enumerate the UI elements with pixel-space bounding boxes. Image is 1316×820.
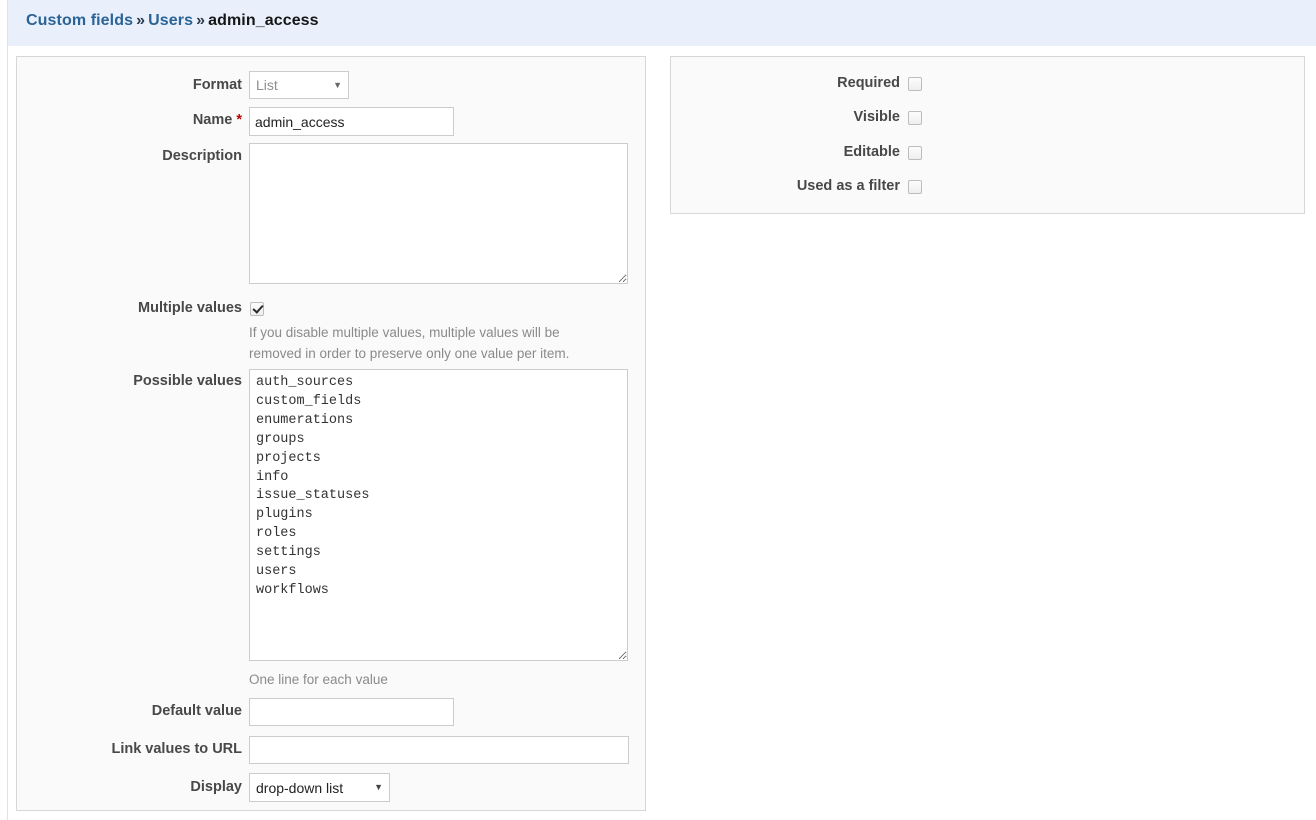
description-textarea[interactable] <box>249 143 628 284</box>
breadcrumb-separator-2: » <box>196 12 206 29</box>
format-label: Format <box>192 77 242 93</box>
form-row-editable: Editable <box>671 144 1304 164</box>
form-row-link-values-to-url: Link values to URL <box>17 736 645 764</box>
display-select[interactable]: drop-down list ▼ <box>249 773 390 802</box>
breadcrumb-separator-1: » <box>136 12 146 29</box>
name-input[interactable] <box>249 107 454 136</box>
display-label: Display <box>190 779 242 795</box>
name-label: Name * <box>192 112 242 128</box>
visible-checkbox[interactable] <box>908 111 922 125</box>
format-select[interactable]: List ▼ <box>249 71 349 99</box>
default-value-label: Default value <box>151 703 242 719</box>
possible-values-help-text: One line for each value <box>249 672 388 687</box>
chevron-down-icon: ▼ <box>374 782 383 792</box>
default-value-input[interactable] <box>249 698 454 726</box>
display-select-value: drop-down list <box>256 779 344 796</box>
page-left-gutter <box>0 0 8 820</box>
multiple-values-label: Multiple values <box>138 300 242 316</box>
possible-values-label: Possible values <box>133 373 242 389</box>
form-row-format: Format List ▼ <box>17 71 645 99</box>
form-row-default-value: Default value <box>17 698 645 726</box>
link-values-to-url-input[interactable] <box>249 736 629 764</box>
required-checkbox[interactable] <box>908 77 922 91</box>
breadcrumb: Custom fields» Users» admin_access <box>26 12 319 30</box>
chevron-down-icon: ▼ <box>333 79 342 90</box>
multiple-values-checkbox[interactable] <box>250 302 264 316</box>
breadcrumb-link-custom-fields[interactable]: Custom fields <box>26 12 133 29</box>
multiple-values-help-text: If you disable multiple values, multiple… <box>249 325 570 361</box>
required-marker: * <box>236 112 242 128</box>
form-row-display: Display drop-down list ▼ <box>17 773 645 803</box>
breadcrumb-current-admin-access: admin_access <box>208 12 319 29</box>
form-row-visible: Visible <box>671 109 1304 129</box>
breadcrumb-bar: Custom fields» Users» admin_access <box>8 0 1316 46</box>
format-select-value: List <box>256 77 278 93</box>
editable-checkbox[interactable] <box>908 146 922 160</box>
description-label: Description <box>162 148 242 164</box>
form-row-name: Name * <box>17 107 645 136</box>
link-values-to-url-label: Link values to URL <box>111 741 242 757</box>
form-row-required: Required <box>671 75 1304 95</box>
form-row-used-as-a-filter: Used as a filter <box>671 178 1304 198</box>
custom-field-form-panel: Format List ▼ Name * Description Multipl… <box>16 56 646 811</box>
breadcrumb-link-users[interactable]: Users <box>148 12 193 29</box>
used-as-a-filter-checkbox[interactable] <box>908 180 922 194</box>
custom-field-options-panel: Required Visible Editable Used as a filt… <box>670 56 1305 214</box>
possible-values-textarea[interactable] <box>249 369 628 661</box>
